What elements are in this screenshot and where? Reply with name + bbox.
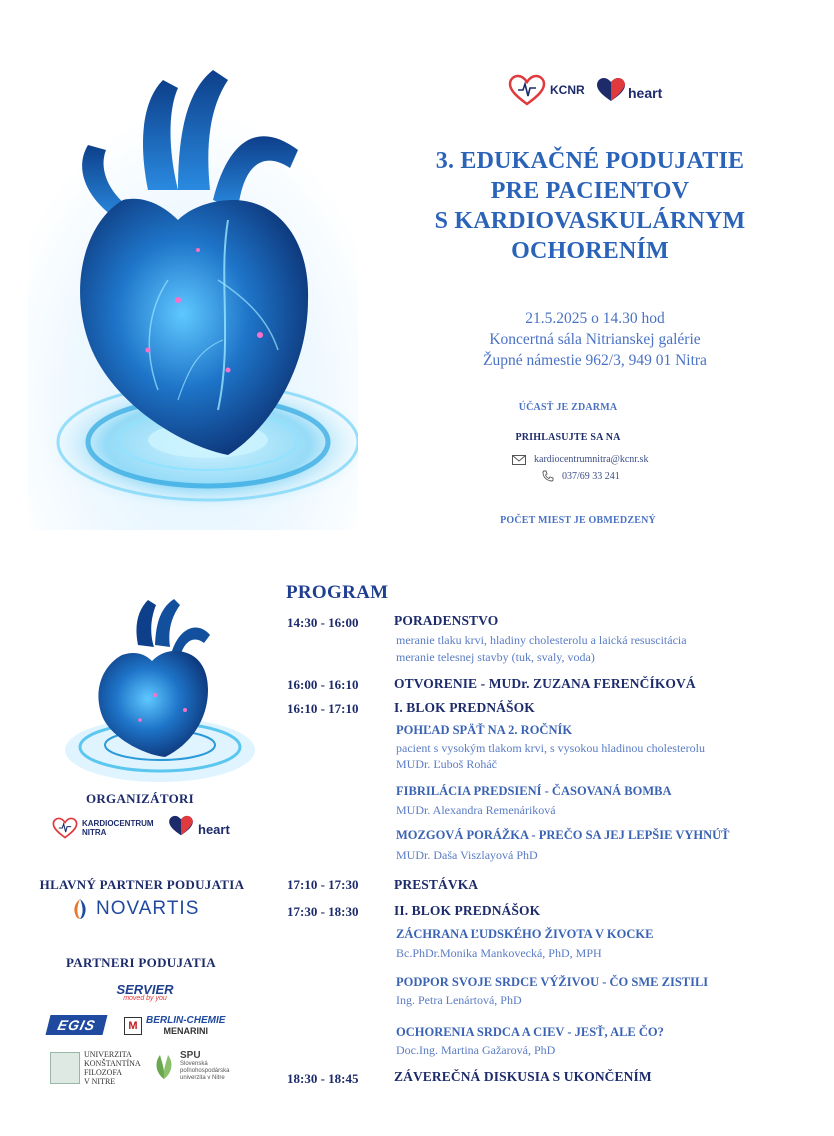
menarini-m-icon: M — [124, 1016, 142, 1035]
org-kcnr-line: NITRA — [82, 828, 107, 837]
novartis-text: NOVARTIS — [96, 898, 200, 919]
novartis-logo: NOVARTIS — [70, 898, 199, 920]
contact-email-text[interactable]: kardiocentrumnitra@kcnr.sk — [534, 454, 648, 465]
ukf-line: FILOZOFA — [84, 1068, 123, 1077]
main-partner-title: HLAVNÝ PARTNER PODUJATIA — [39, 877, 245, 892]
heart-logo: heart — [596, 72, 676, 108]
talk-title: MOZGOVÁ PORÁŽKA - PREČO SA JEJ LEPŠIE VY… — [396, 828, 730, 842]
hero-heart-image — [28, 50, 358, 530]
talk-speaker: Ing. Petra Lenártová, PhD — [396, 993, 522, 1007]
event-address: Župné námestie 962/3, 949 01 Nitra — [483, 352, 707, 369]
limited-seats-note: POČET MIEST JE OBMEDZENÝ — [500, 515, 656, 526]
event-venue: Koncertná sála Nitrianskej galérie — [489, 331, 701, 348]
talk-title: PODPOR SVOJE SRDCE VÝŽIVOU - ČO SME ZIST… — [396, 975, 709, 989]
menarini-text: MENARINI — [163, 1026, 208, 1036]
org-heart-text: heart — [198, 821, 230, 837]
egis-logo: EGIS — [45, 1015, 108, 1035]
heart-logo-icon — [597, 78, 625, 101]
small-heart-image — [65, 599, 255, 782]
spu-logo: SPU Slovenská poľnohospodárska univerzit… — [152, 1050, 229, 1082]
organizers-title: ORGANIZÁTORI — [85, 791, 195, 806]
talk-title: ZÁCHRANA ĽUDSKÉHO ŽIVOTA V KOCKE — [396, 927, 654, 941]
event-title: 3. EDUKAČNÉ PODUJATIE PRE PACIENTOV S KA… — [400, 146, 780, 266]
talk-description: pacient s vysokým tlakom krvi, s vysokou… — [396, 741, 705, 755]
title-line: OCHORENÍM — [511, 238, 669, 264]
program-time: 17:10 - 17:30 — [287, 877, 359, 892]
program-time: 16:00 - 16:10 — [287, 677, 359, 692]
heart-logo-text: heart — [628, 85, 663, 101]
talk-speaker: Doc.Ing. Martina Gažarová, PhD — [396, 1043, 556, 1057]
servier-tagline: moved by you — [123, 995, 167, 1002]
contact-phone[interactable]: 037/69 33 241 — [542, 470, 620, 482]
phone-icon — [542, 470, 554, 482]
free-entry-note: ÚČASŤ JE ZDARMA — [518, 402, 618, 413]
ukf-logo: UNIVERZITA KONŠTANTÍNA FILOZOFA V NITRE — [50, 1050, 141, 1086]
servier-logo: SERVIER moved by you — [100, 982, 190, 1002]
organizer-kcnr-logo: KARDIOCENTRUM NITRA — [52, 817, 154, 839]
program-title: PROGRAM — [286, 582, 389, 603]
talk-title: FIBRILÁCIA PREDSIENÍ - ČASOVANÁ BOMBA — [396, 784, 672, 798]
ukf-seal-icon — [50, 1052, 80, 1084]
egis-text: EGIS — [45, 1015, 108, 1035]
program-heading: I. BLOK PREDNÁŠOK — [394, 700, 535, 715]
talk-speaker: MUDr. Alexandra Remenáriková — [396, 803, 556, 817]
program-description: meranie tlaku krvi, hladiny cholesterolu… — [396, 633, 687, 647]
program-heading: II. BLOK PREDNÁŠOK — [394, 903, 541, 918]
envelope-icon — [512, 454, 526, 465]
org-kcnr-line: KARDIOCENTRUM — [82, 819, 154, 828]
program-time: 17:30 - 18:30 — [287, 904, 359, 919]
title-line: S KARDIOVASKULÁRNYM — [434, 208, 746, 234]
spu-sub: Slovenská — [180, 1061, 208, 1067]
program-time: 16:10 - 17:10 — [287, 701, 359, 716]
ukf-line: UNIVERZITA — [84, 1050, 132, 1059]
event-details: 21.5.2025 o 14.30 hod Koncertná sála Nit… — [430, 308, 760, 371]
kcnr-heart-icon — [52, 817, 78, 839]
title-line: 3. EDUKAČNÉ PODUJATIE — [435, 148, 745, 174]
ukf-line: V NITRE — [84, 1077, 116, 1086]
novartis-flame-icon — [74, 899, 86, 919]
title-line: PRE PACIENTOV — [490, 178, 690, 204]
program-description: meranie telesnej stavby (tuk, svaly, vod… — [396, 650, 595, 664]
spu-sub: univerzita v Nitre — [180, 1075, 225, 1081]
program-heading: PRESTÁVKA — [394, 877, 479, 892]
spu-sub: poľnohospodárska — [180, 1068, 230, 1074]
talk-title: POHĽAD SPÄŤ NA 2. ROČNÍK — [396, 723, 573, 737]
kcnr-heart-icon — [508, 74, 546, 106]
spu-leaf-icon — [156, 1055, 172, 1079]
program-heading: OTVORENIE - MUDr. ZUZANA FERENČÍKOVÁ — [394, 676, 696, 691]
talk-speaker: Bc.PhDr.Monika Mankovecká, PhD, MPH — [396, 946, 602, 960]
register-note: PRIHLASUJTE SA NA — [515, 432, 621, 443]
program-time: 14:30 - 16:00 — [287, 615, 359, 630]
program-time: 18:30 - 18:45 — [287, 1071, 359, 1086]
program-heading: ZÁVEREČNÁ DISKUSIA S UKONČENÍM — [394, 1069, 652, 1084]
spu-name: SPU — [180, 1050, 201, 1061]
ukf-line: KONŠTANTÍNA — [84, 1059, 141, 1068]
organizer-heart-logo: heart — [168, 815, 230, 837]
kcnr-logo: KCNR — [508, 72, 588, 108]
berlin-chemie-text: BERLIN-CHEMIE — [146, 1015, 226, 1026]
program-heading: PORADENSTVO — [394, 613, 499, 628]
kcnr-logo-text: KCNR — [550, 83, 585, 97]
talk-speaker: MUDr. Ľuboš Roháč — [396, 757, 497, 771]
contact-phone-text[interactable]: 037/69 33 241 — [562, 471, 620, 482]
event-datetime: 21.5.2025 o 14.30 hod — [525, 310, 665, 327]
talk-title: OCHORENIA SRDCA A CIEV - JESŤ, ALE ČO? — [396, 1025, 664, 1039]
berlin-chemie-logo: M BERLIN-CHEMIE MENARINI — [124, 1015, 225, 1036]
heart-logo-icon — [169, 815, 193, 836]
partners-title: PARTNERI PODUJATIA — [66, 955, 216, 970]
contact-email[interactable]: kardiocentrumnitra@kcnr.sk — [512, 454, 648, 465]
talk-speaker: MUDr. Daša Viszlayová PhD — [396, 848, 538, 862]
